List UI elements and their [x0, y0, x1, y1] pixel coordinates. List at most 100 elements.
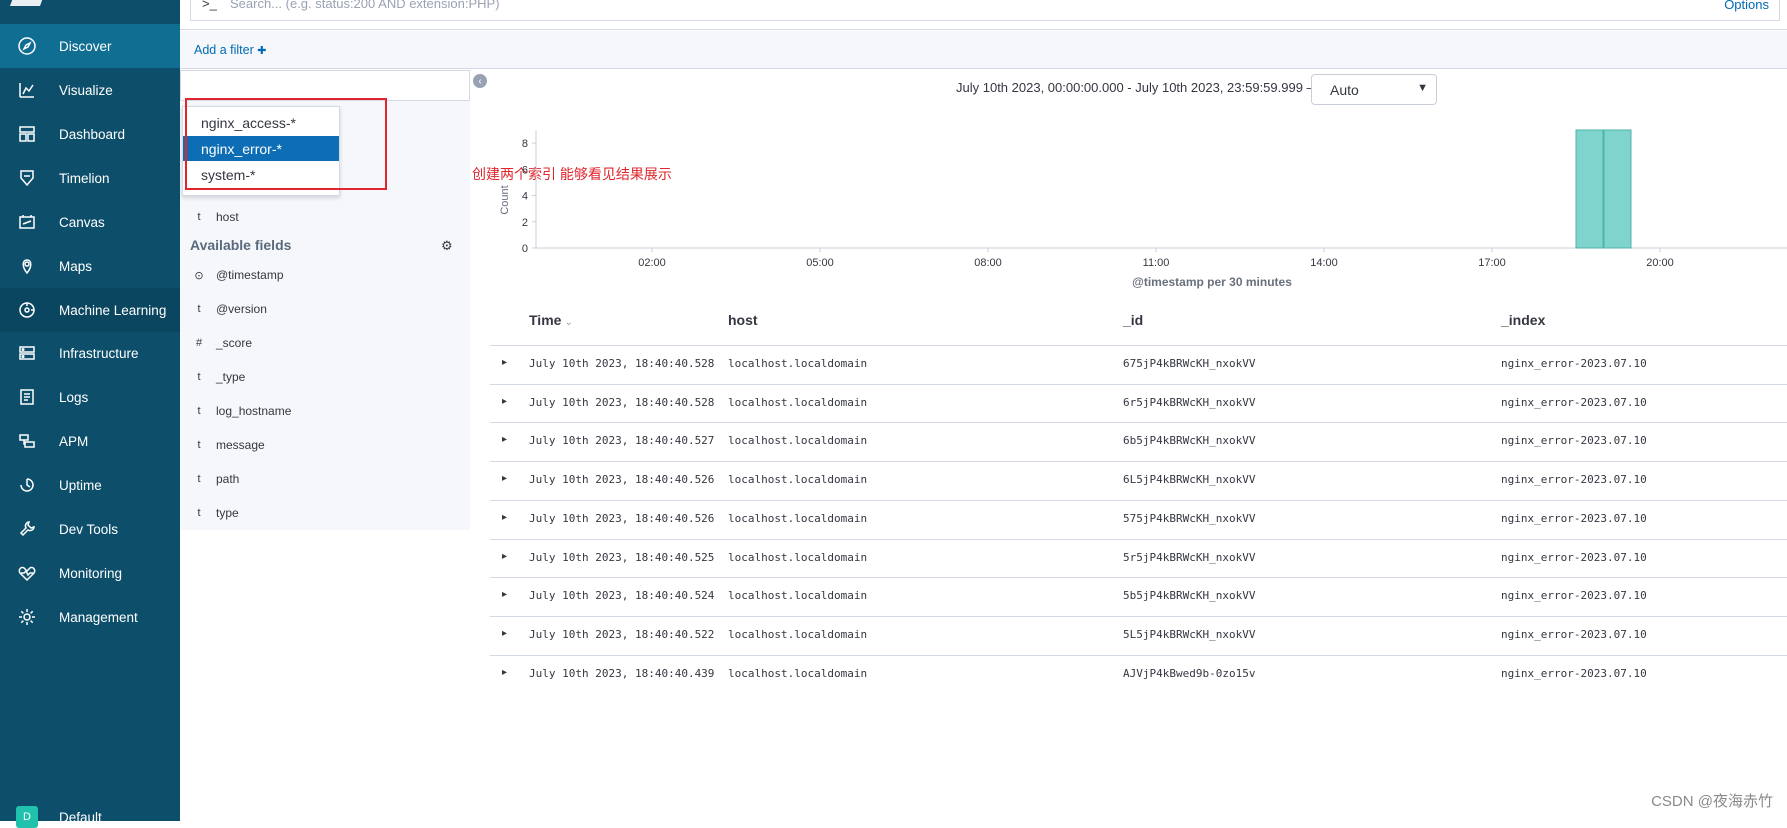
- nav-item-canvas[interactable]: Canvas: [0, 200, 180, 244]
- table-cell: localhost.localdomain: [728, 551, 867, 564]
- available-field[interactable]: #_score: [190, 333, 252, 353]
- expand-row-icon[interactable]: ▸: [502, 357, 507, 368]
- table-row[interactable]: ▸July 10th 2023, 18:40:40.526localhost.l…: [490, 500, 1787, 539]
- expand-row-icon[interactable]: ▸: [502, 589, 507, 600]
- available-field[interactable]: t_type: [190, 367, 245, 387]
- index-pattern-option[interactable]: system-*: [183, 162, 339, 187]
- expand-row-icon[interactable]: ▸: [502, 434, 507, 445]
- table-cell: nginx_error-2023.07.10: [1501, 512, 1647, 525]
- nav-label: Canvas: [59, 215, 105, 230]
- nav-item-apm[interactable]: APM: [0, 419, 180, 463]
- nav-item-timelion[interactable]: Timelion: [0, 156, 180, 200]
- table-cell: AJVjP4kBwed9b-0zo15v: [1123, 667, 1255, 680]
- expand-row-icon[interactable]: ▸: [502, 628, 507, 639]
- column-header-label: host: [728, 312, 758, 328]
- nav-label: Uptime: [59, 478, 102, 493]
- table-cell: localhost.localdomain: [728, 512, 867, 525]
- x-tick-label: 14:00: [1310, 257, 1338, 269]
- expand-row-icon[interactable]: ▸: [502, 396, 507, 407]
- options-link[interactable]: Options: [1724, 0, 1769, 12]
- nav-label: Dev Tools: [59, 522, 118, 537]
- available-field[interactable]: ttype: [190, 503, 239, 523]
- nav-label: Machine Learning: [59, 303, 166, 318]
- nav-item-monitoring[interactable]: Monitoring: [0, 551, 180, 595]
- nav-item-visualize[interactable]: Visualize: [0, 68, 180, 112]
- nav-item-logs[interactable]: Logs: [0, 375, 180, 419]
- string-type-icon: t: [190, 371, 208, 383]
- table-cell: nginx_error-2023.07.10: [1501, 357, 1647, 370]
- field-name: _score: [216, 336, 252, 350]
- collapse-sidebar-icon[interactable]: ‹: [473, 74, 487, 88]
- table-row[interactable]: ▸July 10th 2023, 18:40:40.524localhost.l…: [490, 577, 1787, 616]
- expand-row-icon[interactable]: ▸: [502, 512, 507, 523]
- side-nav: DiscoverVisualizeDashboardTimelion Canvas…: [0, 0, 180, 821]
- table-cell: 575jP4kBRWcKH_nxokVV: [1123, 512, 1255, 525]
- table-row[interactable]: ▸July 10th 2023, 18:40:40.522localhost.l…: [490, 616, 1787, 655]
- dashboard-icon: [16, 123, 38, 145]
- space-selector[interactable]: D Default: [16, 806, 102, 828]
- nav-item-uptime[interactable]: Uptime: [0, 463, 180, 507]
- index-pattern-search[interactable]: [180, 70, 470, 101]
- available-field[interactable]: tlog_hostname: [190, 401, 291, 421]
- nav-label: Monitoring: [59, 566, 122, 581]
- ml-icon: [16, 299, 38, 321]
- field-name: log_hostname: [216, 404, 291, 418]
- sort-icon[interactable]: ⌄: [564, 317, 572, 328]
- table-row[interactable]: ▸July 10th 2023, 18:40:40.527localhost.l…: [490, 422, 1787, 461]
- expand-row-icon[interactable]: ▸: [502, 667, 507, 678]
- y-tick-label: 6: [522, 164, 528, 176]
- query-placeholder: Search... (e.g. status:200 AND extension…: [230, 0, 500, 11]
- table-cell: July 10th 2023, 18:40:40.522: [529, 628, 714, 641]
- gear-icon[interactable]: ⚙: [441, 238, 455, 252]
- nav-item-dashboard[interactable]: Dashboard: [0, 112, 180, 156]
- shield-icon: [16, 167, 38, 189]
- table-cell: nginx_error-2023.07.10: [1501, 589, 1647, 602]
- nav-item-maps[interactable]: Maps: [0, 244, 180, 288]
- column-header-label: _index: [1501, 312, 1545, 328]
- table-row[interactable]: ▸July 10th 2023, 18:40:40.525localhost.l…: [490, 539, 1787, 578]
- logs-icon: [16, 386, 38, 408]
- table-row[interactable]: ▸July 10th 2023, 18:40:40.528localhost.l…: [490, 384, 1787, 423]
- table-cell: nginx_error-2023.07.10: [1501, 551, 1647, 564]
- table-cell: nginx_error-2023.07.10: [1501, 396, 1647, 409]
- nav-item-infrastructure[interactable]: Infrastructure: [0, 331, 180, 375]
- histogram-svg: 02468Count02:0005:0008:0011:0014:0017:00…: [480, 118, 1787, 296]
- string-type-icon: t: [190, 303, 208, 315]
- column-header-id[interactable]: _id: [1123, 312, 1143, 328]
- x-tick-label: 08:00: [974, 257, 1002, 269]
- selected-field-host[interactable]: t host: [190, 207, 239, 227]
- available-fields-title: Available fields: [190, 237, 291, 253]
- expand-row-icon[interactable]: ▸: [502, 473, 507, 484]
- y-tick-label: 2: [522, 217, 528, 229]
- uptime-icon: [16, 474, 38, 496]
- chevron-down-icon: ▼: [1417, 82, 1428, 94]
- y-tick-label: 8: [522, 138, 528, 150]
- column-header-host[interactable]: host: [728, 312, 758, 328]
- field-name: @timestamp: [216, 268, 284, 282]
- nav-item-machine-learning[interactable]: Machine Learning: [0, 288, 180, 332]
- nav-item-discover[interactable]: Discover: [0, 24, 180, 68]
- expand-row-icon[interactable]: ▸: [502, 551, 507, 562]
- field-name: @version: [216, 302, 267, 316]
- kibana-logo[interactable]: [10, 0, 48, 6]
- table-row[interactable]: ▸July 10th 2023, 18:40:40.526localhost.l…: [490, 461, 1787, 500]
- nav-item-dev-tools[interactable]: Dev Tools: [0, 507, 180, 551]
- string-type-icon: t: [190, 439, 208, 451]
- available-field[interactable]: t @version: [190, 299, 267, 319]
- column-header-index[interactable]: _index: [1501, 312, 1545, 328]
- add-filter-button[interactable]: Add a filter ✚: [194, 43, 266, 57]
- histogram-chart: 02468Count02:0005:0008:0011:0014:0017:00…: [480, 118, 1787, 296]
- table-cell: localhost.localdomain: [728, 667, 867, 680]
- table-row[interactable]: ▸July 10th 2023, 18:40:40.439localhost.l…: [490, 655, 1787, 694]
- index-pattern-option[interactable]: nginx_error-*: [183, 136, 339, 161]
- filter-bar: Add a filter ✚: [180, 31, 1787, 69]
- index-pattern-option[interactable]: nginx_access-*: [183, 110, 339, 135]
- column-header-time[interactable]: Time⌄: [529, 312, 573, 328]
- interval-select[interactable]: Auto ▼: [1311, 74, 1437, 105]
- available-field[interactable]: tmessage: [190, 435, 265, 455]
- nav-item-management[interactable]: Management: [0, 595, 180, 639]
- available-field[interactable]: tpath: [190, 469, 239, 489]
- available-field[interactable]: ⊙@timestamp: [190, 265, 284, 285]
- query-language-icon[interactable]: >_: [202, 0, 217, 11]
- table-row[interactable]: ▸July 10th 2023, 18:40:40.528localhost.l…: [490, 345, 1787, 384]
